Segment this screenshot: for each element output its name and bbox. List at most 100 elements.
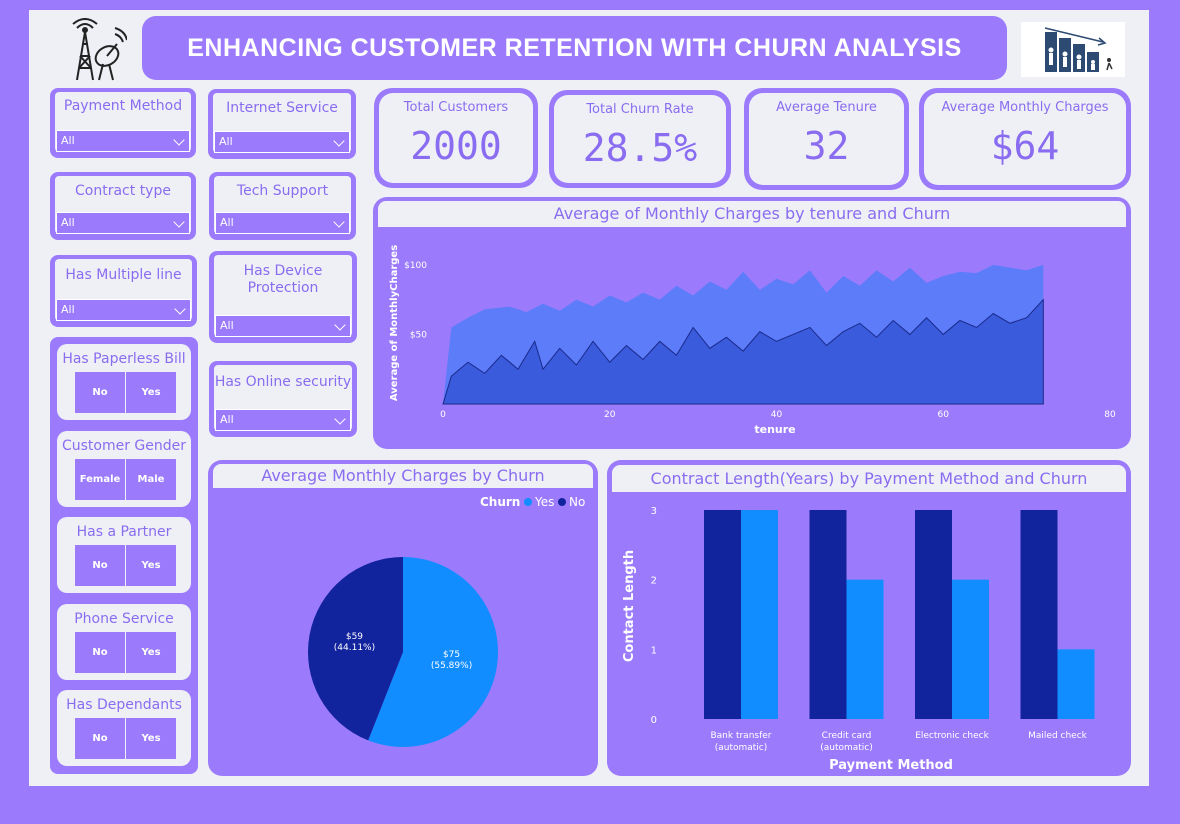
paperless-bill-label: Has Paperless Bill bbox=[62, 351, 186, 367]
area-y-tick: $50 bbox=[410, 330, 427, 340]
bar-chart-title: Contract Length(Years) by Payment Method… bbox=[612, 465, 1126, 492]
chevron-down-icon bbox=[334, 413, 346, 425]
page-title: ENHANCING CUSTOMER RETENTION WITH CHURN … bbox=[142, 16, 1007, 80]
internet-service-dropdown[interactable]: All bbox=[214, 131, 350, 153]
bar-chart: Contact Length Payment Method 0 1 2 3 Bank t… bbox=[622, 506, 1095, 773]
bar-x-tick: Bank transfer bbox=[710, 731, 771, 741]
bar-x-tick: Electronic check bbox=[915, 731, 989, 741]
area-chart-ylabel: Average of MonthlyCharges bbox=[389, 245, 400, 401]
pie-legend-no-swatch bbox=[558, 498, 566, 506]
pie-legend-yes: Yes bbox=[534, 495, 554, 509]
bar-y-tick: 1 bbox=[651, 645, 657, 656]
tech-support-label: Tech Support bbox=[236, 183, 329, 199]
partner-no-button[interactable]: No bbox=[75, 545, 125, 586]
chevron-down-icon bbox=[174, 303, 186, 315]
dependants-yes-button[interactable]: Yes bbox=[126, 718, 176, 759]
bar-y-tick: 3 bbox=[651, 506, 657, 517]
multiple-line-slicer: Has Multiple line All bbox=[50, 255, 197, 327]
kpi-value: 2000 bbox=[410, 124, 502, 168]
bar-x-tick: Credit card bbox=[822, 731, 872, 741]
area-x-tick: 60 bbox=[938, 410, 950, 420]
chevron-down-icon bbox=[334, 319, 346, 331]
internet-service-slicer: Internet Service All bbox=[208, 89, 356, 159]
phone-service-label: Phone Service bbox=[74, 611, 174, 627]
online-security-label: Has Online security bbox=[214, 374, 352, 390]
paperless-no-button[interactable]: No bbox=[75, 372, 125, 413]
gender-female-button[interactable]: Female bbox=[75, 459, 125, 500]
contract-type-dropdown[interactable]: All bbox=[56, 212, 190, 234]
pie-chart-title: Average Monthly Charges by Churn bbox=[213, 464, 593, 488]
bar-no[interactable] bbox=[915, 510, 952, 719]
chevron-down-icon bbox=[333, 216, 345, 228]
paperless-bill-slicer: Has Paperless Bill No Yes bbox=[53, 340, 195, 424]
payment-method-slicer: Payment Method All bbox=[50, 88, 196, 158]
bar-no[interactable] bbox=[704, 510, 741, 719]
kpi-average-monthly-charges: Average Monthly Charges $64 bbox=[919, 88, 1131, 190]
contract-type-slicer: Contract type All bbox=[50, 172, 196, 240]
kpi-churn-rate: Total Churn Rate 28.5% bbox=[549, 90, 731, 188]
kpi-average-tenure: Average Tenure 32 bbox=[744, 88, 909, 190]
area-chart: Average of MonthlyCharges tenure 0 20 40 60… bbox=[389, 245, 1116, 436]
bar-yes[interactable] bbox=[1057, 649, 1095, 719]
pie-legend-title: Churn bbox=[480, 495, 520, 509]
bar-chart-panel: Contract Length(Years) by Payment Method… bbox=[607, 460, 1131, 776]
multiple-line-label: Has Multiple line bbox=[65, 267, 182, 283]
device-protection-dropdown[interactable]: All bbox=[215, 315, 351, 337]
bar-yes[interactable] bbox=[741, 510, 778, 719]
bar-yes[interactable] bbox=[846, 579, 884, 719]
device-protection-label: Has Device Protection bbox=[243, 263, 323, 296]
area-x-tick: 40 bbox=[771, 410, 783, 420]
dashboard: ENHANCING CUSTOMER RETENTION WITH CHURN … bbox=[29, 10, 1149, 786]
bar-no[interactable] bbox=[809, 510, 847, 719]
kpi-label: Average Tenure bbox=[776, 100, 877, 115]
phone-service-slicer: Phone Service No Yes bbox=[53, 600, 195, 684]
bar-x-tick: (automatic) bbox=[820, 743, 873, 753]
area-chart-title: Average of Monthly Charges by tenure and… bbox=[378, 201, 1126, 227]
kpi-label: Total Churn Rate bbox=[586, 102, 694, 117]
bar-yes[interactable] bbox=[952, 579, 989, 719]
device-protection-slicer: Has Device Protection All bbox=[209, 251, 357, 343]
customer-gender-slicer: Customer Gender Female Male bbox=[53, 427, 195, 511]
area-y-tick: $100 bbox=[404, 261, 427, 271]
pie-legend-yes-swatch bbox=[524, 498, 532, 506]
area-chart-panel: Average of Monthly Charges by tenure and… bbox=[373, 197, 1131, 449]
kpi-value: 28.5% bbox=[582, 126, 698, 170]
dependants-no-button[interactable]: No bbox=[75, 718, 125, 759]
pie-chart-panel: Average Monthly Charges by Churn Churn Y… bbox=[208, 460, 598, 776]
kpi-total-customers: Total Customers 2000 bbox=[374, 88, 538, 188]
internet-service-label: Internet Service bbox=[226, 100, 338, 116]
phone-yes-button[interactable]: Yes bbox=[126, 632, 176, 673]
partner-yes-button[interactable]: Yes bbox=[126, 545, 176, 586]
partner-label: Has a Partner bbox=[76, 524, 172, 540]
declining-customers-icon bbox=[1021, 22, 1125, 77]
bar-chart-xlabel: Payment Method bbox=[829, 758, 953, 773]
chevron-down-icon bbox=[173, 134, 185, 146]
pie-legend-no: No bbox=[569, 495, 585, 509]
chevron-down-icon bbox=[173, 216, 185, 228]
payment-method-dropdown[interactable]: All bbox=[56, 130, 190, 152]
kpi-label: Total Customers bbox=[403, 100, 509, 115]
partner-slicer: Has a Partner No Yes bbox=[53, 513, 195, 597]
paperless-yes-button[interactable]: Yes bbox=[126, 372, 176, 413]
telecom-tower-icon bbox=[63, 18, 128, 82]
tech-support-slicer: Tech Support All bbox=[209, 172, 356, 240]
gender-male-button[interactable]: Male bbox=[126, 459, 176, 500]
phone-no-button[interactable]: No bbox=[75, 632, 125, 673]
dependants-slicer: Has Dependants No Yes bbox=[53, 686, 195, 770]
payment-method-label: Payment Method bbox=[63, 98, 183, 114]
bar-x-tick: (automatic) bbox=[715, 743, 768, 753]
bar-x-tick: Mailed check bbox=[1028, 731, 1088, 741]
bar-y-tick: 2 bbox=[651, 576, 657, 587]
bar-no[interactable] bbox=[1020, 510, 1058, 719]
kpi-value: $64 bbox=[990, 124, 1060, 168]
multiple-line-dropdown[interactable]: All bbox=[56, 299, 191, 321]
kpi-label: Average Monthly Charges bbox=[941, 100, 1109, 115]
contract-type-label: Contract type bbox=[75, 183, 171, 199]
bar-y-tick: 0 bbox=[651, 715, 657, 726]
area-x-tick: 20 bbox=[604, 410, 616, 420]
online-security-dropdown[interactable]: All bbox=[215, 409, 351, 431]
area-x-tick: 80 bbox=[1104, 410, 1116, 420]
online-security-slicer: Has Online security All bbox=[209, 361, 357, 437]
customer-gender-label: Customer Gender bbox=[61, 438, 187, 454]
tech-support-dropdown[interactable]: All bbox=[215, 212, 350, 234]
